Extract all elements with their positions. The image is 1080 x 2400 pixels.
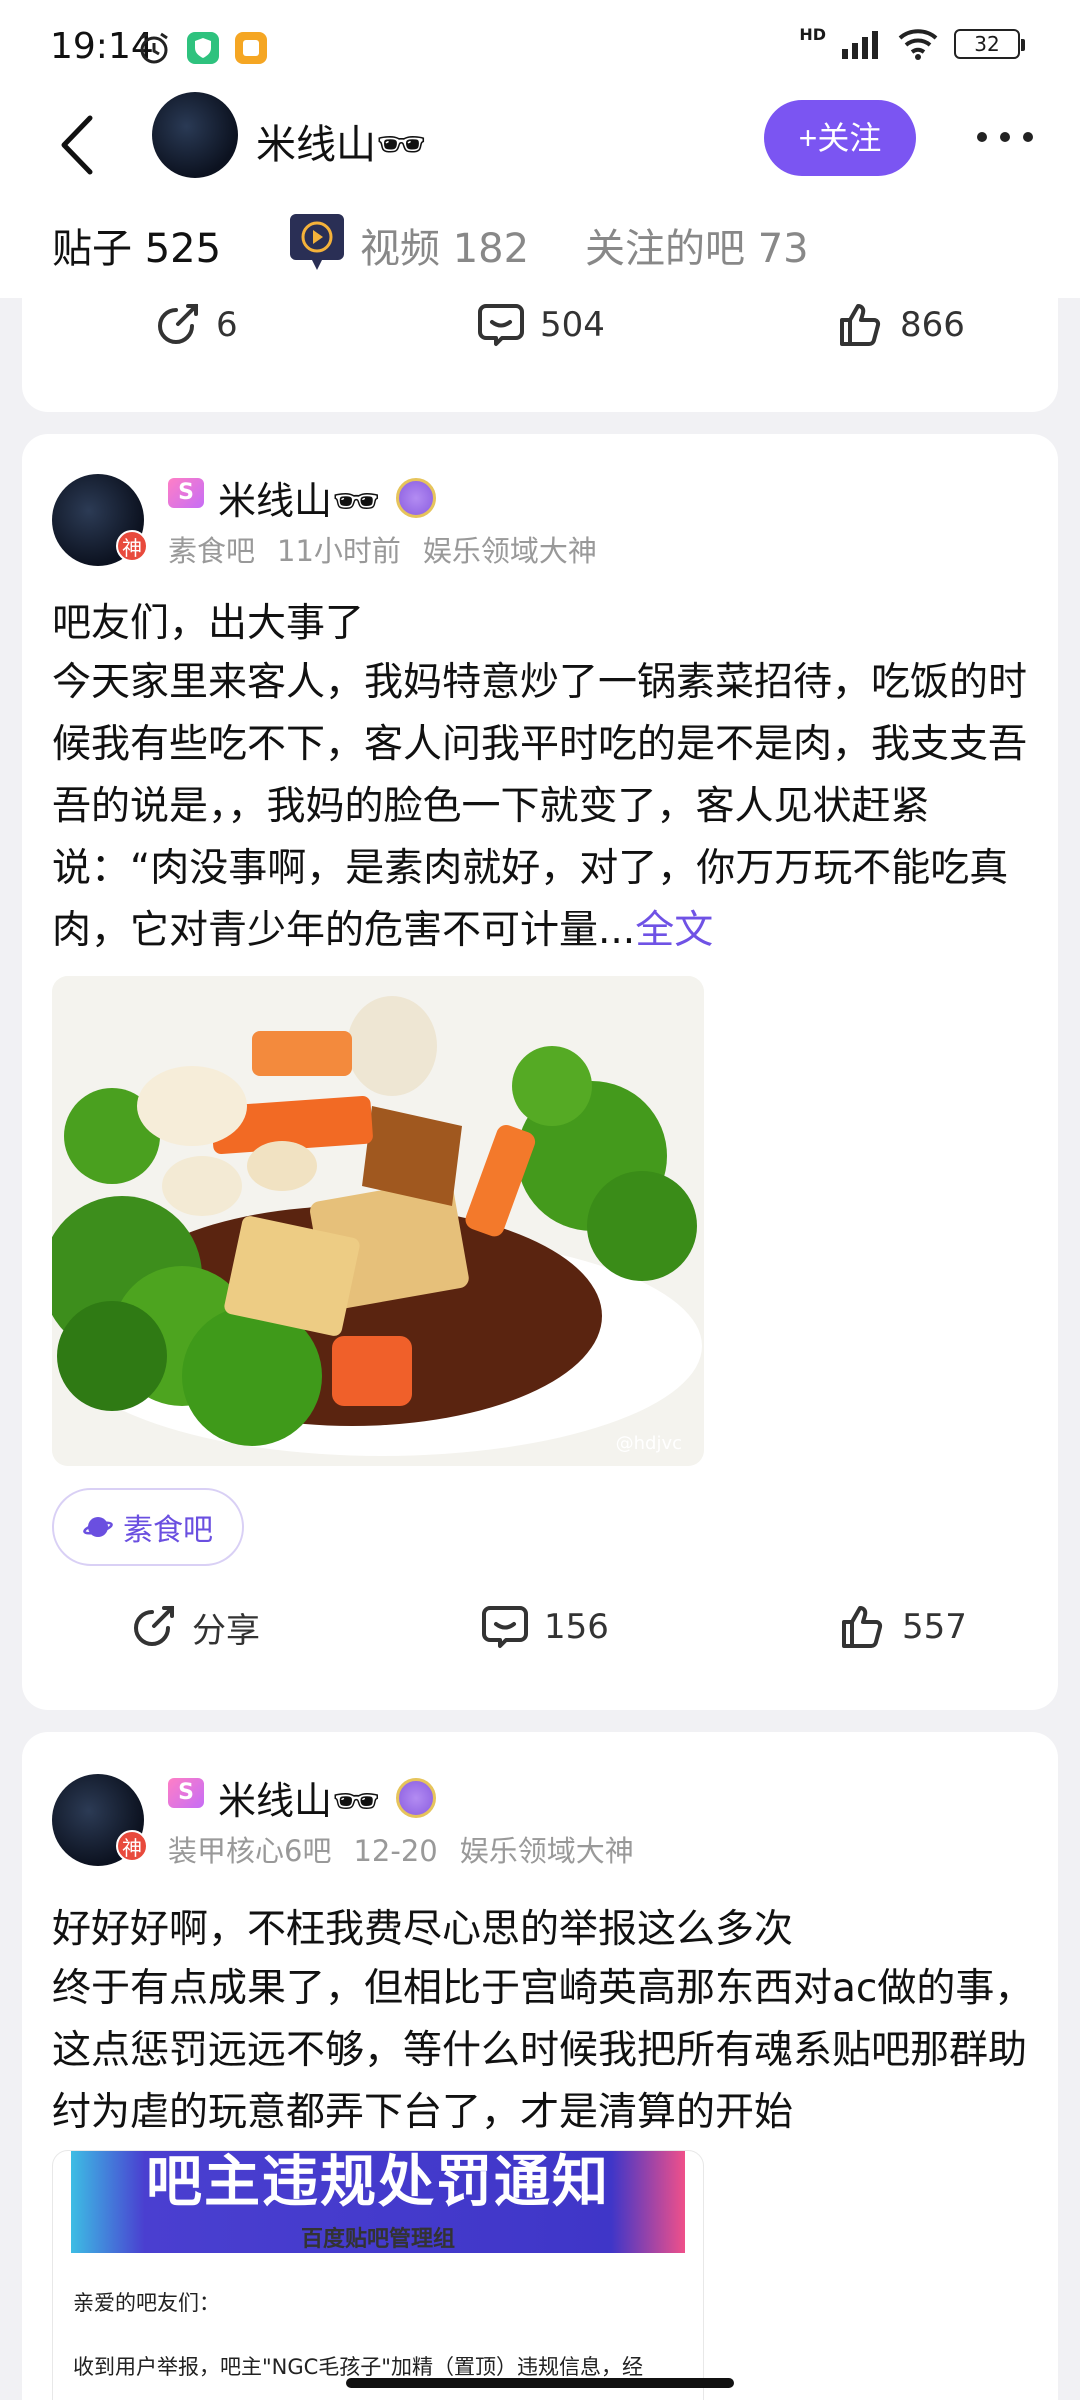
signal-icon — [842, 31, 878, 59]
read-more-link[interactable]: 全文 — [635, 908, 713, 953]
bar-tag-label: 素食吧 — [123, 1513, 213, 1548]
bar-tag[interactable]: 素食吧 — [52, 1488, 244, 1566]
notice-text: 收到用户举报，吧主"NGC毛孩子"加精（置顶）违规信息，经 — [73, 2355, 643, 2379]
back-arrow-icon[interactable] — [50, 110, 110, 180]
post-actions: 分享 156 557 — [22, 1602, 1058, 1682]
like-action[interactable]: 557 — [838, 1602, 967, 1652]
post-card[interactable]: 神 S 米线山🕶 装甲核心6吧 12-20 娱乐领域大神 好好好啊，不枉我费尽心思的… — [22, 1732, 1058, 2400]
profile-header: 米线山🕶 +关注 — [0, 92, 1080, 202]
post-image[interactable]: 吧主违规处罚通知 百度贴吧管理组 亲爱的吧友们： 收到用户举报，吧主"NGC毛孩… — [52, 2150, 704, 2400]
video-tab-icon — [290, 214, 344, 270]
share-label: 分享 — [192, 1610, 260, 1651]
comment-icon — [482, 1606, 528, 1648]
planet-icon — [83, 1517, 113, 1537]
thumbs-up-icon — [840, 304, 881, 346]
image-watermark: @hdjvc — [615, 1433, 682, 1454]
like-action[interactable]: 866 — [836, 300, 965, 350]
comment-icon — [478, 304, 524, 346]
author-role: 娱乐领域大神 — [422, 534, 597, 568]
network-label: HD — [799, 24, 826, 44]
level-badge — [396, 1778, 436, 1818]
tab-videos[interactable]: 视频 182 — [360, 216, 529, 274]
thumbs-up-icon — [842, 1606, 883, 1648]
level-badge — [396, 478, 436, 518]
notes-app-icon — [235, 32, 267, 64]
comment-count: 156 — [544, 1607, 609, 1647]
share-action[interactable]: 分享 — [128, 1602, 260, 1652]
food-photo — [52, 976, 704, 1466]
post-actions: 6 504 866 — [22, 300, 1058, 380]
author-name[interactable]: 米线山🕶 — [218, 1770, 380, 1825]
share-icon — [134, 1606, 174, 1646]
post-time: 12-20 — [353, 1834, 438, 1868]
notice-title: 吧主违规处罚通知 — [146, 2150, 610, 2215]
more-icon[interactable] — [970, 112, 1040, 162]
post-meta: 素食吧 11小时前 娱乐领域大神 — [168, 528, 619, 570]
post-image[interactable]: @hdjvc — [52, 976, 704, 1466]
share-count: 6 — [216, 305, 238, 345]
author-name[interactable]: 米线山🕶 — [218, 470, 380, 525]
follow-button[interactable]: +关注 — [764, 100, 916, 176]
post-meta: 装甲核心6吧 12-20 娱乐领域大神 — [168, 1828, 656, 1870]
post-title: 吧友们，出大事了 — [52, 601, 365, 646]
tab-posts[interactable]: 贴子 525 — [52, 216, 221, 274]
comment-action[interactable]: 156 — [480, 1602, 609, 1652]
like-count: 866 — [900, 305, 965, 345]
post-body: 今天家里来客人，我妈特意炒了一锅素菜招待，吃饭的时候我有些吃不下，客人问我平时吃… — [52, 652, 1042, 962]
bar-name[interactable]: 素食吧 — [168, 534, 255, 568]
tab-followed-bars[interactable]: 关注的吧 73 — [585, 216, 809, 274]
post-time: 11小时前 — [277, 534, 401, 568]
battery-indicator: 32 — [954, 29, 1025, 59]
home-indicator[interactable] — [346, 2378, 734, 2388]
notice-subtitle: 百度贴吧管理组 — [300, 2227, 455, 2252]
shield-app-icon — [187, 32, 219, 64]
comment-action[interactable]: 504 — [476, 300, 605, 350]
profile-name: 米线山🕶 — [256, 122, 427, 168]
bar-name[interactable]: 装甲核心6吧 — [168, 1834, 331, 1868]
share-action[interactable]: 6 — [152, 300, 238, 350]
post-body: 终于有点成果了，但相比于宫崎英高那东西对ac做的事，这点惩罚远远不够，等什么时候… — [52, 1966, 1034, 2135]
post-body-text: 今天家里来客人，我妈特意炒了一锅素菜招待，吃饭的时候我有些吃不下，客人问我平时吃… — [52, 660, 1028, 953]
vip-badge: S — [168, 1778, 204, 1808]
wifi-icon — [898, 29, 938, 60]
post-title: 好好好啊，不枉我费尽心思的举报这么多次 — [52, 1907, 794, 1952]
author-role: 娱乐领域大神 — [459, 1834, 634, 1868]
notice-greeting: 亲爱的吧友们： — [73, 2291, 220, 2315]
share-icon — [158, 304, 198, 344]
comment-count: 504 — [540, 305, 605, 345]
alarm-icon — [140, 32, 168, 64]
god-badge: 神 — [116, 1830, 148, 1862]
avatar[interactable] — [152, 92, 238, 178]
post-card: 6 504 866 — [22, 270, 1058, 412]
god-badge: 神 — [116, 530, 148, 562]
post-card[interactable]: 神 S 米线山🕶 素食吧 11小时前 娱乐领域大神 吧友们，出大事了 今天家里来客人… — [22, 434, 1058, 1710]
status-bar: 19:14 HD 32 — [0, 0, 1080, 92]
vip-badge: S — [168, 478, 204, 508]
like-count: 557 — [902, 1607, 967, 1647]
